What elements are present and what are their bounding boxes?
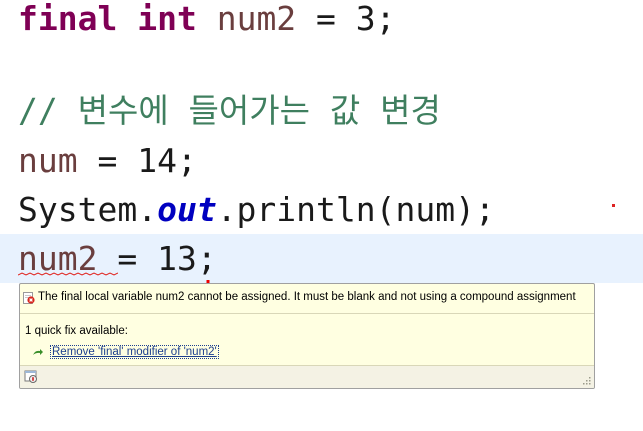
static-field-out: out	[157, 190, 217, 229]
code-line-final-declaration[interactable]: final int num2 = 3;	[0, 0, 643, 43]
code-line-comment[interactable]: // 변수에 들어가는 값 변경	[0, 86, 643, 135]
focus-popup-icon[interactable]	[24, 369, 39, 384]
code-line-num2-assignment[interactable]: num2 = 13;	[0, 234, 643, 283]
quick-fix-count: 1 quick fix available:	[25, 325, 128, 337]
popup-footer	[20, 365, 594, 388]
resize-grip-icon[interactable]	[582, 376, 591, 385]
keyword-int: int	[137, 0, 197, 38]
code-comment: // 변수에 들어가는 값 변경	[18, 91, 441, 130]
error-variable-num2[interactable]: num2	[18, 239, 118, 278]
error-marker-dot	[612, 204, 615, 207]
remove-final-link[interactable]: Remove 'final' modifier of 'num2'	[50, 345, 219, 359]
error-message-bar: The final local variable num2 cannot be …	[20, 284, 594, 314]
quickfix-arrow-icon	[33, 349, 43, 355]
quick-fix-list: 1 quick fix available: Remove 'final' mo…	[20, 314, 594, 366]
code-line-num-assignment[interactable]: num = 14;	[0, 136, 643, 185]
variable-num2: num2	[216, 0, 297, 38]
variable-num: num	[18, 141, 78, 180]
keyword-final: final	[18, 0, 118, 38]
println-call: .println(num);	[216, 190, 495, 229]
quick-fix-popup[interactable]: The final local variable num2 cannot be …	[19, 283, 595, 389]
error-icon	[23, 292, 35, 304]
code-line-println[interactable]: System.out.println(num);	[0, 185, 643, 234]
error-message: The final local variable num2 cannot be …	[38, 291, 576, 303]
assignment-text: = 3;	[296, 0, 396, 38]
error-squiggle	[18, 272, 118, 276]
assignment-text: = 14;	[77, 141, 197, 180]
system-class: System.	[18, 190, 158, 229]
